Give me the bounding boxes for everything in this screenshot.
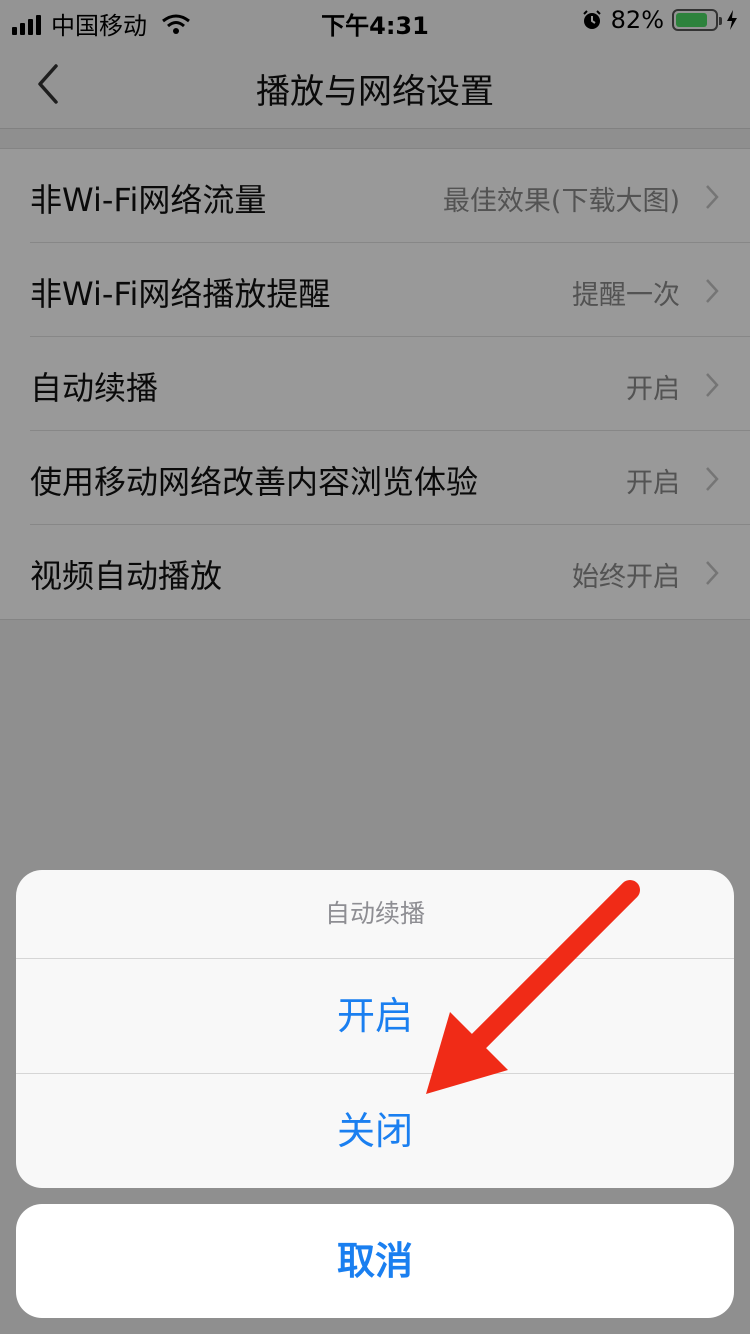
option-off-button[interactable]: 关闭 bbox=[16, 1073, 734, 1188]
action-sheet: 自动续播 开启 关闭 bbox=[16, 870, 734, 1188]
option-on-button[interactable]: 开启 bbox=[16, 959, 734, 1073]
action-sheet-title: 自动续播 bbox=[16, 870, 734, 959]
watermark-url: jingyan.baidu.com bbox=[573, 1300, 712, 1318]
watermark-brand: Bai du 经验 bbox=[525, 1266, 712, 1301]
watermark: Bai du 经验 jingyan.baidu.com bbox=[526, 1258, 712, 1318]
